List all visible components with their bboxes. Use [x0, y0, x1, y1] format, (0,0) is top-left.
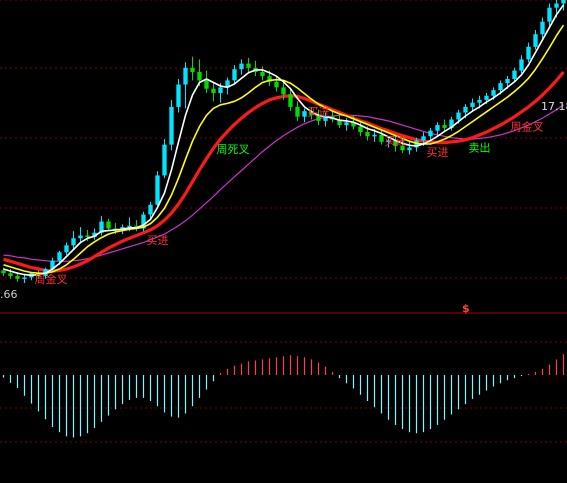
candle-body [456, 112, 461, 120]
candle-body [372, 134, 377, 137]
candle-body [71, 238, 76, 246]
candle-body [232, 69, 237, 81]
stock-chart: 周死叉周金叉周金叉买进买进买进买进卖出 17.18.66$ [0, 0, 567, 483]
candle-body [491, 90, 496, 96]
candle-body [274, 81, 279, 88]
candle-body [435, 125, 440, 131]
candle-body [246, 63, 251, 68]
candle-body [512, 70, 517, 79]
candle-body [302, 111, 307, 117]
candle-body [484, 95, 489, 100]
grid-lines [0, 0, 567, 443]
candle-body [421, 136, 426, 141]
candle-body [218, 87, 223, 93]
candle-body [57, 252, 62, 261]
annotation-label: 周金叉 [35, 272, 68, 286]
candle-body [547, 7, 552, 22]
chart-canvas: 周死叉周金叉周金叉买进买进买进买进卖出 17.18.66$ [0, 0, 567, 443]
candle-body [239, 63, 244, 70]
annotation-label: 买进 [308, 105, 330, 118]
candle-body [204, 80, 209, 89]
candle-body [554, 3, 559, 8]
indicator-marker: $ [462, 302, 470, 315]
candle-body [407, 147, 412, 151]
candle-body [211, 88, 216, 93]
min-price-label: .66 [0, 288, 18, 301]
candle-body [281, 87, 286, 95]
annotation-label: 买进 [385, 135, 407, 148]
candle-body [190, 67, 195, 72]
candle-body [365, 132, 370, 137]
candle-body [533, 34, 538, 47]
candle-body [477, 99, 482, 103]
candle-body [442, 125, 447, 128]
candle-body [162, 144, 167, 176]
annotation-label: 周死叉 [217, 143, 250, 156]
candle-body [22, 277, 27, 279]
candle-body [1, 270, 6, 274]
candle-body [288, 94, 293, 107]
candle-body [498, 83, 503, 91]
candle-body [148, 204, 153, 215]
candle-body [169, 106, 174, 145]
candle-body [519, 59, 524, 71]
candle-body [428, 130, 433, 137]
candle-body [526, 46, 531, 60]
candle-body [379, 134, 384, 142]
candle-body [260, 71, 265, 77]
candle-body [197, 71, 202, 81]
candle-body [505, 78, 510, 84]
candle-body [8, 273, 13, 277]
last-price-label: 17.18 [541, 100, 567, 113]
candle-body [561, 0, 566, 4]
candle-body [15, 276, 20, 279]
candle-body [155, 175, 160, 205]
annotation-label: 卖出 [469, 141, 491, 155]
candle-body [85, 235, 90, 237]
candle-body [176, 84, 181, 107]
candle-body [540, 21, 545, 35]
candle-body [358, 126, 363, 133]
annotation-label: 周金叉 [511, 120, 544, 134]
candle-body [64, 245, 69, 253]
indicator-bars [2, 354, 565, 438]
annotation-label: 买进 [427, 146, 449, 159]
candle-body [295, 106, 300, 117]
annotation-label: 买进 [147, 234, 169, 247]
candle-body [78, 235, 83, 239]
candle-body [344, 122, 349, 126]
candle-body [470, 102, 475, 107]
candle-body [183, 67, 188, 85]
candle-body [463, 106, 468, 113]
candle-body [127, 225, 132, 228]
candle-body [106, 221, 111, 229]
